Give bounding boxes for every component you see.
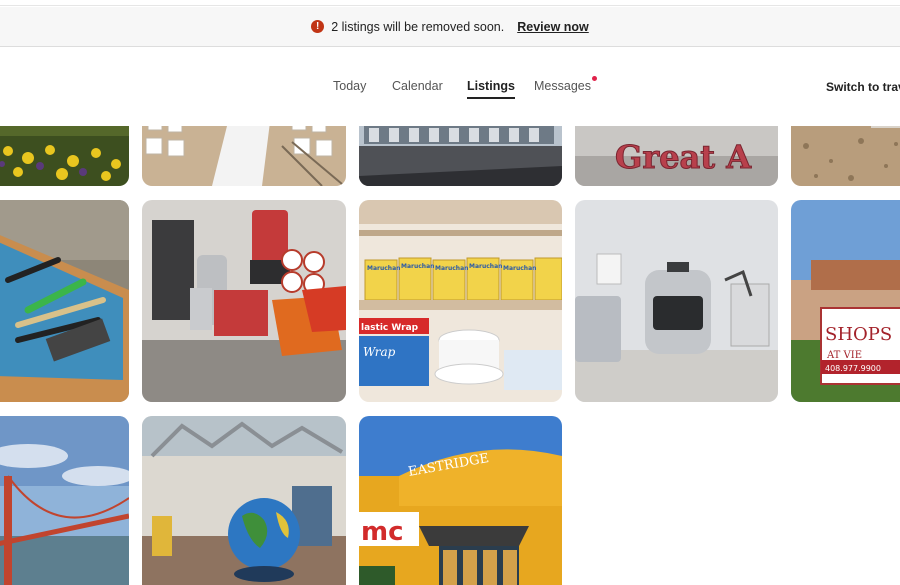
- photo-shops-sign[interactable]: SHOPS AT VIE 408.977.9900: [791, 200, 900, 402]
- tab-calendar[interactable]: Calendar: [392, 79, 443, 93]
- photo-utensil-drawer[interactable]: [0, 200, 129, 402]
- tab-listings[interactable]: Listings: [467, 79, 515, 99]
- tab-messages[interactable]: Messages: [534, 76, 597, 93]
- top-border: [0, 0, 900, 6]
- svg-text:Maruchan: Maruchan: [435, 265, 468, 272]
- tab-messages-label: Messages: [534, 79, 591, 93]
- svg-text:Maruchan: Maruchan: [503, 265, 536, 272]
- photo-building-parking[interactable]: [359, 126, 562, 186]
- svg-text:Maruchan: Maruchan: [401, 263, 434, 270]
- svg-text:Wrap: Wrap: [363, 345, 396, 359]
- svg-text:Maruchan: Maruchan: [367, 265, 400, 272]
- removal-warning-banner: ! 2 listings will be removed soon. Revie…: [0, 7, 900, 47]
- banner-message: 2 listings will be removed soon.: [331, 19, 505, 34]
- photo-coffee-station[interactable]: [142, 200, 346, 402]
- switch-to-travelling-link[interactable]: Switch to trav: [826, 80, 900, 94]
- host-top-nav: Today Calendar Listings Messages Switch …: [0, 48, 900, 126]
- photo-great-america-sign[interactable]: Great A: [575, 126, 778, 186]
- alert-circle-icon: !: [311, 20, 325, 33]
- photo-gravel-ground[interactable]: [791, 126, 900, 186]
- svg-text:SHOPS: SHOPS: [825, 324, 892, 345]
- notification-dot: [591, 76, 597, 81]
- svg-text:Great A: Great A: [615, 138, 752, 176]
- photo-golden-gate[interactable]: [0, 416, 129, 585]
- svg-text:408.977.9900: 408.977.9900: [825, 364, 881, 373]
- svg-text:mc: mc: [361, 517, 404, 547]
- photo-rice-cooker[interactable]: [575, 200, 778, 402]
- review-now-link[interactable]: Review now: [517, 20, 589, 34]
- photo-event-chairs[interactable]: [142, 126, 346, 186]
- svg-text:AT VIE: AT VIE: [826, 350, 862, 361]
- svg-text:Maruchan: Maruchan: [469, 263, 502, 270]
- photo-amc-eastridge[interactable]: EASTRIDGE mc: [359, 416, 562, 585]
- photo-flower-bed[interactable]: [0, 126, 129, 186]
- listing-photo-grid: Great A Maruchan Maruchan Maruchan Maruc…: [0, 126, 900, 585]
- photo-pantry-shelf[interactable]: Maruchan Maruchan Maruchan Maruchan Maruchan…: [359, 200, 562, 402]
- svg-text:lastic Wrap: lastic Wrap: [361, 323, 419, 333]
- photo-museum-globe[interactable]: [142, 416, 346, 585]
- tab-today[interactable]: Today: [333, 79, 366, 93]
